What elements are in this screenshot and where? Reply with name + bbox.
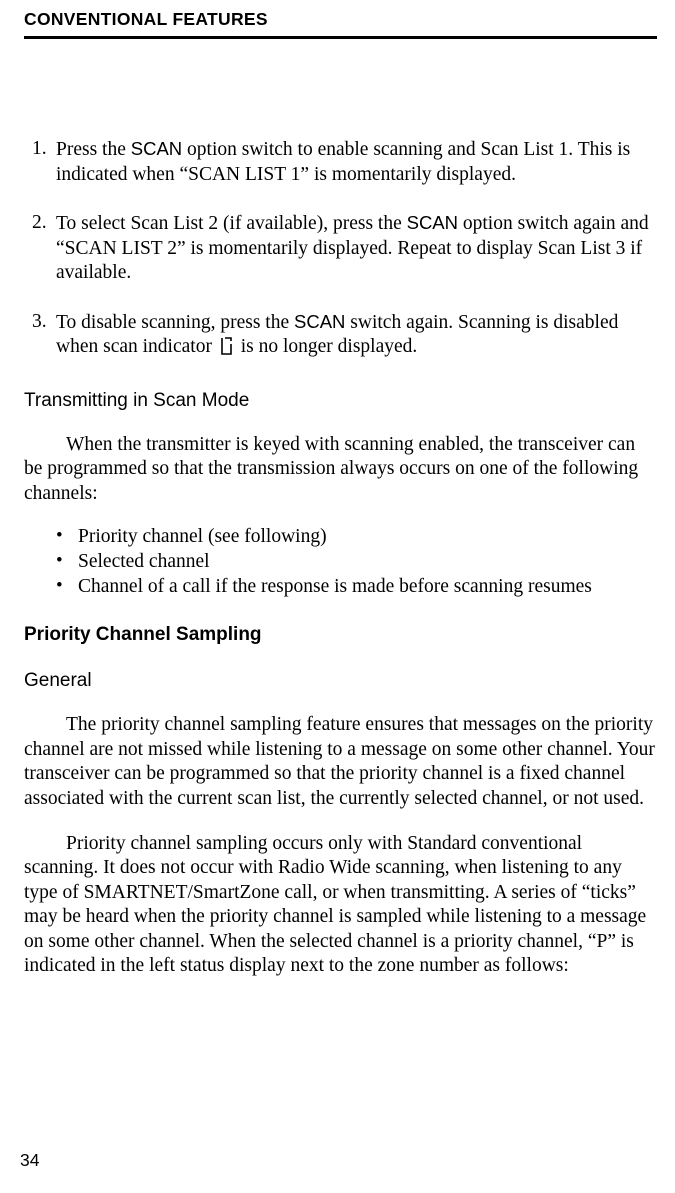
scan-keyword: SCAN [407, 212, 458, 233]
step-text-pre: To disable scanning, press the [56, 312, 294, 333]
instruction-list: 1. Press the SCAN option switch to enabl… [24, 137, 657, 365]
scan-keyword: SCAN [294, 311, 345, 332]
page-content: 1. Press the SCAN option switch to enabl… [24, 39, 657, 979]
page-number: 34 [20, 1149, 39, 1171]
priority-heading: Priority Channel Sampling [24, 623, 657, 647]
step-number: 3. [32, 310, 47, 335]
scan-indicator-icon [219, 335, 234, 365]
step-text-pre: To select Scan List 2 (if available), pr… [56, 213, 407, 234]
transmitting-heading: Transmitting in Scan Mode [24, 389, 657, 413]
list-item: 3. To disable scanning, press the SCAN s… [56, 310, 657, 365]
list-item: Priority channel (see following) [78, 525, 657, 550]
step-text-pre: Press the [56, 139, 131, 160]
priority-paragraph-1: The priority channel sampling feature en… [24, 713, 657, 811]
page-header-title: CONVENTIONAL FEATURES [24, 8, 657, 30]
list-item: Selected channel [78, 550, 657, 575]
bullet-list: Priority channel (see following) Selecte… [24, 525, 657, 600]
priority-paragraph-2: Priority channel sampling occurs only wi… [24, 832, 657, 979]
list-item: Channel of a call if the response is mad… [78, 575, 657, 600]
step-text-post: is no longer displayed. [236, 336, 417, 357]
step-number: 1. [32, 137, 47, 162]
list-item: 1. Press the SCAN option switch to enabl… [56, 137, 657, 187]
scan-keyword: SCAN [131, 138, 182, 159]
step-number: 2. [32, 211, 47, 236]
list-item: 2. To select Scan List 2 (if available),… [56, 211, 657, 286]
transmitting-paragraph: When the transmitter is keyed with scann… [24, 433, 657, 507]
general-subheading: General [24, 669, 657, 693]
